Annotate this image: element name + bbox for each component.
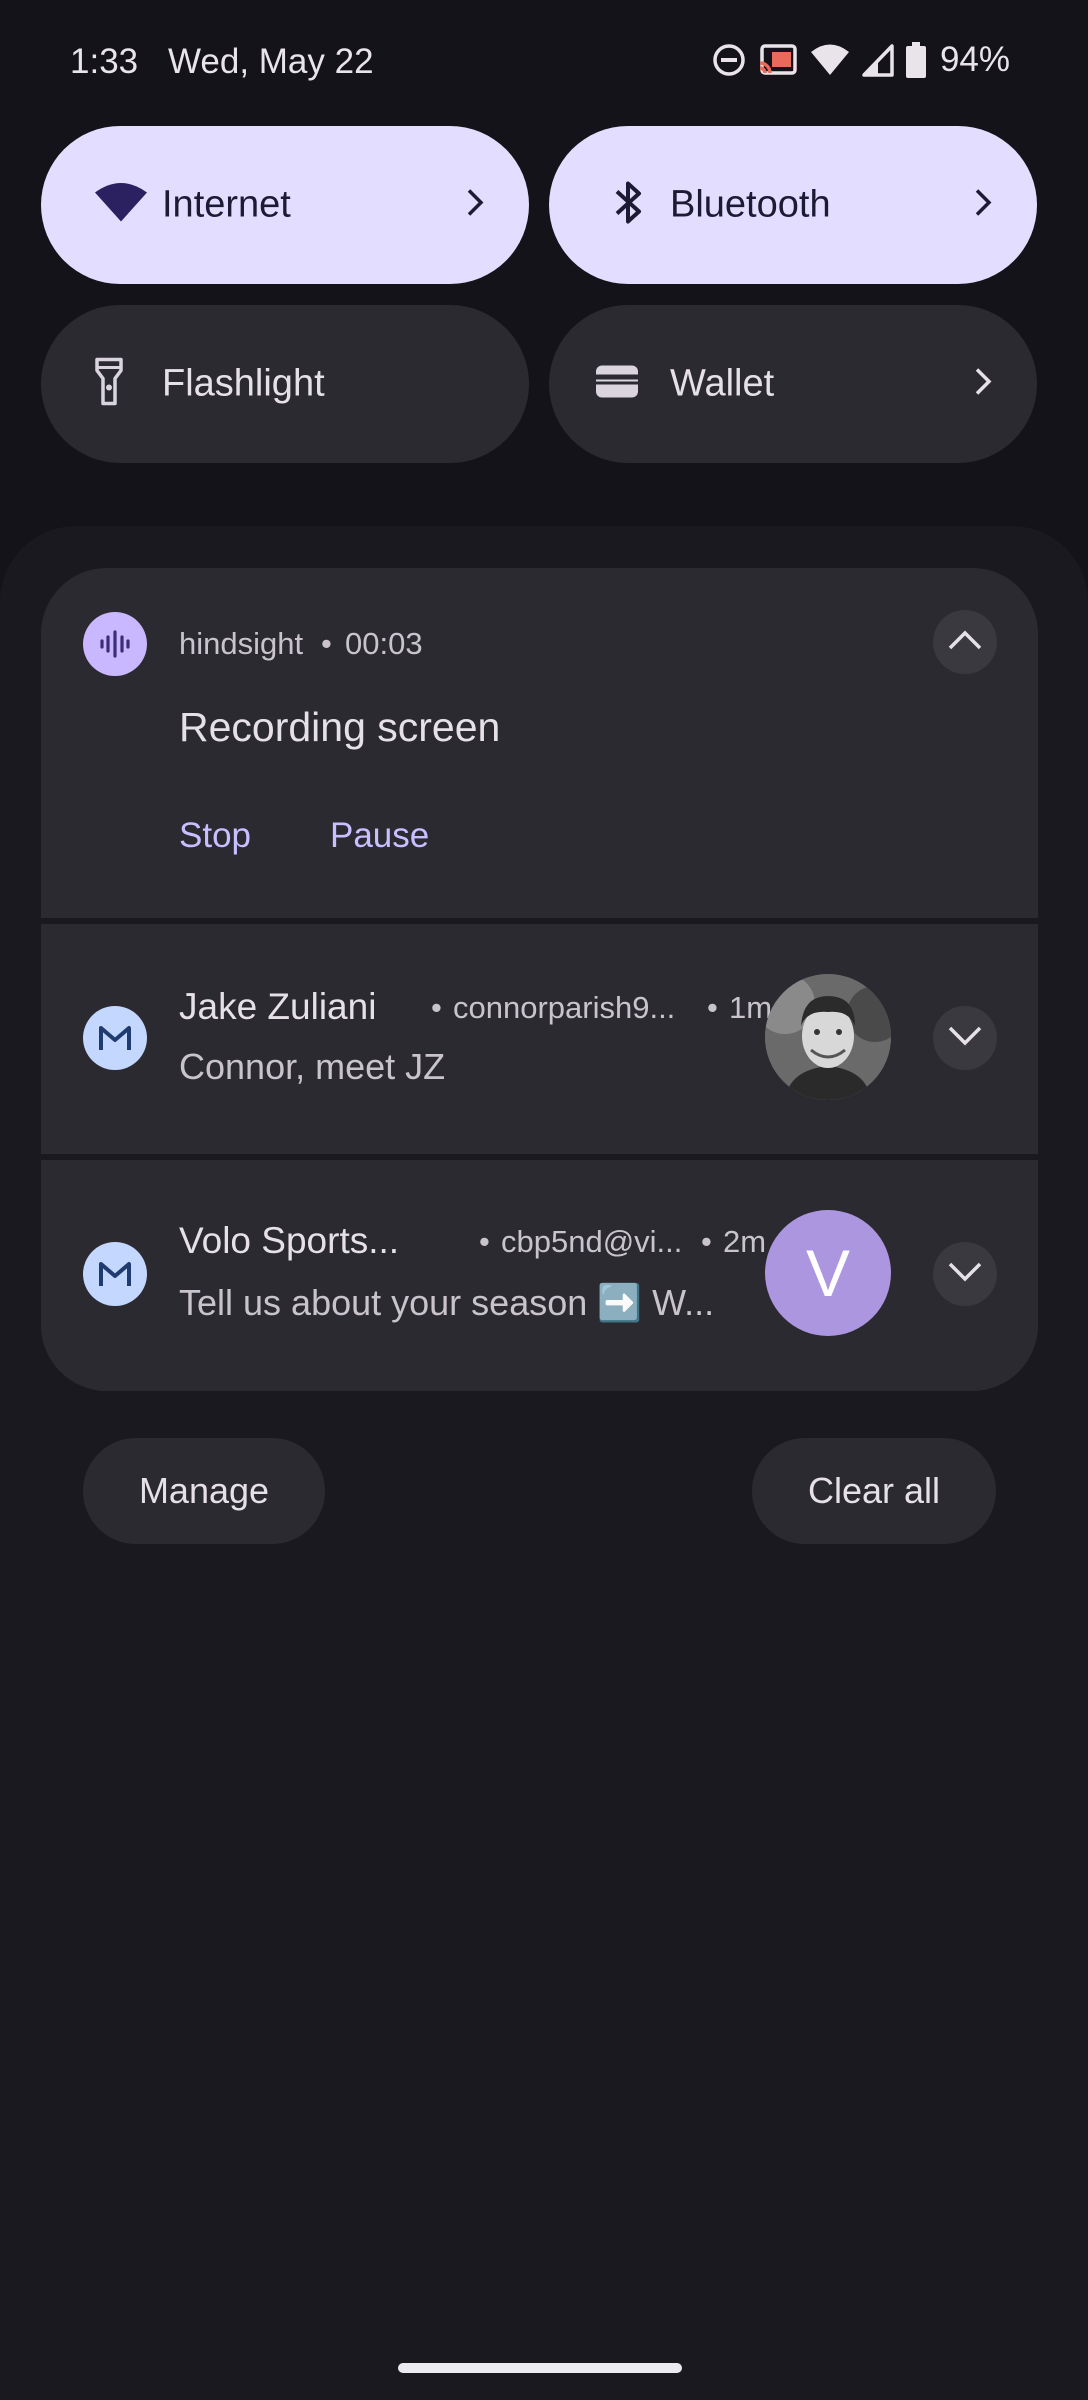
pause-button[interactable]: Pause <box>330 816 429 856</box>
do-not-disturb-icon <box>712 43 746 77</box>
expand-button[interactable] <box>933 1242 997 1306</box>
tile-bluetooth[interactable]: Bluetooth <box>549 126 1037 284</box>
notification-stack: hindsight • 00:03 Recording screen Stop … <box>41 568 1038 1391</box>
notification-body: Tell us about your season ➡️ W... <box>179 1282 715 1323</box>
manage-button[interactable]: Manage <box>83 1438 325 1544</box>
battery-percent: 94% <box>939 40 1010 79</box>
avatar: V <box>765 1210 891 1336</box>
wifi-icon <box>94 182 148 229</box>
status-bar: 1:33 Wed, May 22 94% <box>0 0 1088 124</box>
audio-wave-icon <box>83 612 147 676</box>
notification-sender: Jake Zuliani <box>179 986 377 1027</box>
separator-dot: • <box>431 990 442 1025</box>
bluetooth-icon <box>612 179 646 232</box>
tile-internet-label: Internet <box>162 183 291 226</box>
cast-icon <box>758 43 798 77</box>
tile-wallet[interactable]: Wallet <box>549 305 1037 463</box>
gmail-icon <box>83 1242 147 1306</box>
notification-recording[interactable]: hindsight • 00:03 Recording screen Stop … <box>41 568 1038 918</box>
tile-internet[interactable]: Internet <box>41 126 529 284</box>
tile-flashlight-label: Flashlight <box>162 362 325 405</box>
gmail-icon <box>83 1006 147 1070</box>
clear-all-button[interactable]: Clear all <box>752 1438 996 1544</box>
status-date: Wed, May 22 <box>168 42 374 81</box>
notification-account: cbp5nd@vi... <box>501 1224 683 1259</box>
separator-dot: • <box>701 1224 712 1259</box>
notification-sender: Volo Sports... <box>179 1220 400 1261</box>
chevron-up-icon <box>947 629 983 656</box>
separator-dot: • <box>707 990 718 1025</box>
home-indicator[interactable] <box>398 2363 682 2373</box>
battery-icon <box>905 42 926 78</box>
flashlight-icon <box>94 357 124 412</box>
chevron-right-icon <box>973 367 993 402</box>
notification-title: Recording screen <box>179 704 501 750</box>
notification-email-volo[interactable]: Volo Sports... • cbp5nd@vi... • 2m Tell … <box>41 1160 1038 1391</box>
avatar <box>765 974 891 1100</box>
tile-flashlight[interactable]: Flashlight <box>41 305 529 463</box>
collapse-button[interactable] <box>933 610 997 674</box>
notification-elapsed: 00:03 <box>345 626 423 661</box>
status-time: 1:33 <box>70 42 139 81</box>
stop-button[interactable]: Stop <box>179 816 251 856</box>
expand-button[interactable] <box>933 1006 997 1070</box>
chevron-down-icon <box>947 1261 983 1288</box>
notification-time: 1m <box>729 990 773 1025</box>
notification-time: 2m <box>723 1224 767 1259</box>
avatar-letter: V <box>805 1236 851 1310</box>
cell-signal-icon <box>862 43 894 77</box>
notification-email-jake[interactable]: Jake Zuliani • connorparish9... • 1m Con… <box>41 924 1038 1154</box>
chevron-down-icon <box>947 1025 983 1052</box>
separator-dot: • <box>479 1224 490 1259</box>
tile-bluetooth-label: Bluetooth <box>670 183 831 226</box>
chevron-right-icon <box>465 188 485 223</box>
wifi-icon <box>810 43 850 77</box>
tile-wallet-label: Wallet <box>670 362 775 405</box>
status-icons: 94% <box>712 40 1010 80</box>
wallet-icon <box>594 363 640 406</box>
notification-account: connorparish9... <box>453 990 676 1025</box>
separator-dot: • <box>321 626 332 661</box>
notification-app-name: hindsight <box>179 626 304 661</box>
chevron-right-icon <box>973 188 993 223</box>
notification-body: Connor, meet JZ <box>179 1046 446 1087</box>
